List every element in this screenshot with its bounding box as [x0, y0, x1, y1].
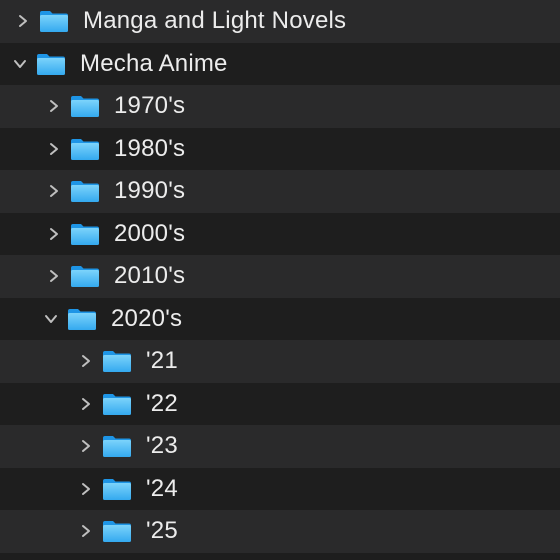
- folder-icon: [70, 222, 100, 246]
- tree-row-manga-and-light-novels[interactable]: Manga and Light Novels: [0, 0, 560, 43]
- chevron-right-icon[interactable]: [47, 142, 61, 156]
- folder-icon: [36, 52, 66, 76]
- tree-row-label: '25: [146, 517, 178, 545]
- folder-icon: [70, 137, 100, 161]
- chevron-right-icon[interactable]: [47, 184, 61, 198]
- tree-row-1990s[interactable]: 1990's: [0, 170, 560, 213]
- folder-icon: [67, 307, 97, 331]
- chevron-right-icon[interactable]: [79, 354, 93, 368]
- tree-row-label: '24: [146, 474, 178, 502]
- chevron-right-icon[interactable]: [79, 397, 93, 411]
- tree-row-label: '23: [146, 432, 178, 460]
- folder-icon: [102, 519, 132, 543]
- tree-row-label: 1990's: [114, 177, 186, 205]
- chevron-right-icon[interactable]: [79, 482, 93, 496]
- tree-row-label: 2010's: [114, 262, 186, 290]
- folder-icon: [70, 179, 100, 203]
- chevron-right-icon[interactable]: [79, 524, 93, 538]
- tree-row-2010s[interactable]: 2010's: [0, 255, 560, 298]
- folder-icon: [70, 94, 100, 118]
- tree-row-25[interactable]: '25: [0, 510, 560, 553]
- chevron-right-icon[interactable]: [47, 269, 61, 283]
- chevron-down-icon[interactable]: [44, 312, 58, 326]
- tree-row-label: Mecha Anime: [80, 49, 228, 77]
- chevron-right-icon[interactable]: [16, 14, 30, 28]
- tree-row-label: 2000's: [114, 219, 186, 247]
- tree-row-label: '22: [146, 389, 178, 417]
- tree-row-2000s[interactable]: 2000's: [0, 212, 560, 255]
- chevron-right-icon[interactable]: [79, 439, 93, 453]
- folder-icon: [102, 392, 132, 416]
- folder-icon: [70, 264, 100, 288]
- tree-row-label: 2020's: [111, 304, 183, 332]
- tree-row-label: '21: [146, 347, 178, 375]
- tree-row-23[interactable]: '23: [0, 425, 560, 468]
- tree-row-1970s[interactable]: 1970's: [0, 85, 560, 128]
- folder-icon: [102, 434, 132, 458]
- tree-row-label: 1980's: [114, 134, 186, 162]
- folder-icon: [102, 349, 132, 373]
- tree-row-label: Manga and Light Novels: [83, 7, 347, 35]
- tree-row-mecha-anime[interactable]: Mecha Anime: [0, 42, 560, 85]
- tree-row-22[interactable]: '22: [0, 382, 560, 425]
- tree-row-label: 1970's: [114, 92, 186, 120]
- tree-row-21[interactable]: '21: [0, 340, 560, 383]
- tree-row-2020s[interactable]: 2020's: [0, 297, 560, 340]
- folder-icon: [39, 9, 69, 33]
- chevron-right-icon[interactable]: [47, 99, 61, 113]
- tree-row-1980s[interactable]: 1980's: [0, 127, 560, 170]
- outline-tree: Manga and Light Novels Mecha Anime 1970'…: [0, 0, 560, 560]
- folder-icon: [102, 477, 132, 501]
- chevron-right-icon[interactable]: [47, 227, 61, 241]
- chevron-down-icon[interactable]: [13, 57, 27, 71]
- tree-row-24[interactable]: '24: [0, 467, 560, 510]
